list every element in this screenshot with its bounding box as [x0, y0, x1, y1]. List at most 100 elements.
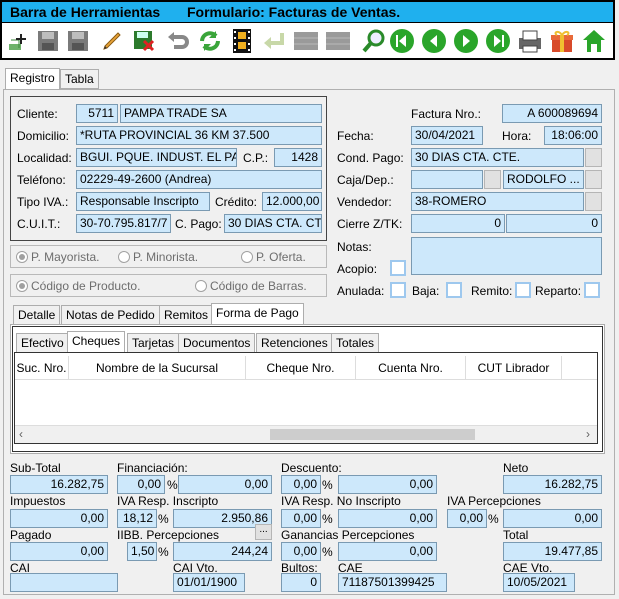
hora-field[interactable]: 18:06:00 [544, 126, 602, 145]
cp-field[interactable]: 1428 [274, 148, 322, 167]
caja2-lookup-button[interactable] [585, 170, 602, 189]
iva-rni-field[interactable]: 0,00 [338, 509, 437, 528]
remito-checkbox[interactable] [515, 282, 531, 298]
return-icon[interactable] [260, 26, 288, 56]
scroll-thumb[interactable] [270, 429, 475, 440]
factura-nro-field[interactable]: A 600089694 [502, 104, 602, 123]
acopio-checkbox[interactable] [390, 260, 406, 276]
cliente-code-field[interactable]: 5711 [76, 104, 118, 123]
cliente-name-field[interactable]: PAMPA TRADE SA [120, 104, 322, 123]
col-cuenta-nro[interactable]: Cuenta Nro. [356, 356, 466, 380]
save-icon[interactable] [34, 26, 62, 56]
anulada-label: Anulada: [337, 284, 385, 298]
tab-remitos[interactable]: Remitos [159, 305, 214, 325]
caja-lookup-button[interactable] [484, 170, 501, 189]
cheques-grid[interactable]: Suc. Nro. Nombre de la Sucursal Cheque N… [14, 352, 598, 444]
tab-notas-pedido[interactable]: Notas de Pedido [61, 305, 160, 325]
tab-registro[interactable]: Registro [5, 68, 60, 90]
subtotal-field[interactable]: 16.282,75 [10, 475, 108, 494]
ganancias-field[interactable]: 0,00 [338, 542, 437, 561]
refresh-icon[interactable] [196, 26, 224, 56]
financiacion-pct-field[interactable]: 0,00 [117, 475, 165, 494]
first-icon[interactable] [388, 26, 416, 56]
delete-icon[interactable] [130, 26, 158, 56]
caja-field[interactable] [411, 170, 483, 189]
caja2-field[interactable]: RODOLFO ... [503, 170, 584, 189]
cai-vto-field[interactable]: 01/01/1900 [173, 573, 245, 592]
col-cut-librador[interactable]: CUT Librador [466, 356, 562, 380]
radio-oferta[interactable]: P. Oferta. [241, 250, 306, 264]
radio-codigo-producto[interactable]: Código de Producto. [16, 279, 140, 293]
neto-field[interactable]: 16.282,75 [503, 475, 602, 494]
edit-icon[interactable] [98, 26, 126, 56]
cae-vto-field[interactable]: 10/05/2021 [503, 573, 575, 592]
total-field[interactable]: 19.477,85 [503, 542, 602, 561]
add-icon[interactable] [4, 26, 32, 56]
radio-minorista[interactable]: P. Minorista. [118, 250, 198, 264]
iva-rni-pct-field[interactable]: 0,00 [281, 509, 321, 528]
tab-documentos[interactable]: Documentos [178, 333, 256, 353]
anulada-checkbox[interactable] [390, 282, 406, 298]
tab-retenciones[interactable]: Retenciones [256, 333, 333, 353]
fecha-field[interactable]: 30/04/2021 [411, 126, 483, 145]
prev-icon[interactable] [420, 26, 448, 56]
vendedor-field[interactable]: 38-ROMERO [411, 192, 584, 211]
scroll-left-icon[interactable]: ‹ [19, 427, 23, 441]
tab-tabla[interactable]: Tabla [60, 69, 99, 89]
radio-mayorista[interactable]: P. Mayorista. [16, 250, 99, 264]
tab-totales[interactable]: Totales [331, 333, 380, 353]
ganancias-pct-field[interactable]: 0,00 [281, 542, 321, 561]
tab-cheques[interactable]: Cheques [67, 331, 126, 353]
scroll-right-icon[interactable]: › [586, 427, 590, 441]
iibb-pct-field[interactable]: 1,50 [127, 542, 157, 561]
cond-pago-field[interactable]: 30 DIAS CTA. CTE. [411, 148, 584, 167]
next-icon[interactable] [452, 26, 480, 56]
financiacion-field[interactable]: 0,00 [178, 475, 272, 494]
telefono-field[interactable]: 02229-49-2600 (Andrea) [76, 170, 322, 189]
col-nombre-sucursal[interactable]: Nombre de la Sucursal [69, 356, 246, 380]
domicilio-field[interactable]: *RUTA PROVINCIAL 36 KM 37.500 [76, 126, 322, 145]
iva-perc-field[interactable]: 0,00 [503, 509, 602, 528]
home-icon[interactable] [580, 26, 608, 56]
print-icon[interactable] [516, 26, 544, 56]
col-cheque-nro[interactable]: Cheque Nro. [246, 356, 356, 380]
undo-icon[interactable] [164, 26, 192, 56]
iibb-field[interactable]: 244,24 [173, 542, 272, 561]
last-icon[interactable] [484, 26, 512, 56]
film-icon[interactable] [228, 26, 256, 56]
radio-minorista-icon [118, 251, 130, 263]
cond-pago-lookup-button[interactable] [585, 148, 602, 167]
cuit-field[interactable]: 30-70.795.817/7 [76, 214, 171, 233]
radio-codigo-barras[interactable]: Código de Barras. [195, 279, 307, 293]
cierre1-field[interactable]: 0 [411, 214, 505, 233]
iva-ri-pct-field[interactable]: 18,12 [117, 509, 157, 528]
reparto-checkbox[interactable] [584, 282, 600, 298]
search-icon[interactable] [360, 26, 388, 56]
gift-icon[interactable] [548, 26, 576, 56]
impuestos-field[interactable]: 0,00 [10, 509, 108, 528]
descuento-pct-field[interactable]: 0,00 [281, 475, 321, 494]
bultos-field[interactable]: 0 [281, 573, 321, 592]
tab-detalle[interactable]: Detalle [13, 305, 61, 325]
cierre2-field[interactable]: 0 [506, 214, 602, 233]
tab-forma-pago[interactable]: Forma de Pago [211, 303, 304, 325]
iva-perc-pct-field[interactable]: 0,00 [447, 509, 487, 528]
cai-field[interactable] [10, 573, 118, 592]
tab-efectivo[interactable]: Efectivo [16, 333, 69, 353]
cpago-field[interactable]: 30 DIAS CTA. CTE [224, 214, 322, 233]
vendedor-lookup-button[interactable] [585, 192, 602, 211]
cae-field[interactable]: 71187501399425 [338, 573, 447, 592]
tipo-iva-field[interactable]: Responsable Inscripto [76, 192, 210, 211]
h-scrollbar[interactable]: ‹ › [15, 425, 597, 443]
baja-checkbox[interactable] [446, 282, 462, 298]
notas-field[interactable] [411, 237, 602, 275]
descuento-field[interactable]: 0,00 [338, 475, 437, 494]
pagado-field[interactable]: 0,00 [10, 542, 108, 561]
col-suc-nro[interactable]: Suc. Nro. [15, 356, 69, 380]
domicilio-label: Domicilio: [17, 129, 70, 143]
localidad-field[interactable]: BGUI. PQUE. INDUST. EL PA [76, 148, 237, 167]
iibb-detail-button[interactable]: ... [255, 524, 272, 540]
tab-tarjetas[interactable]: Tarjetas [127, 333, 180, 353]
credito-field[interactable]: 12.000,00 [262, 192, 322, 211]
save-as-icon[interactable] [64, 26, 92, 56]
